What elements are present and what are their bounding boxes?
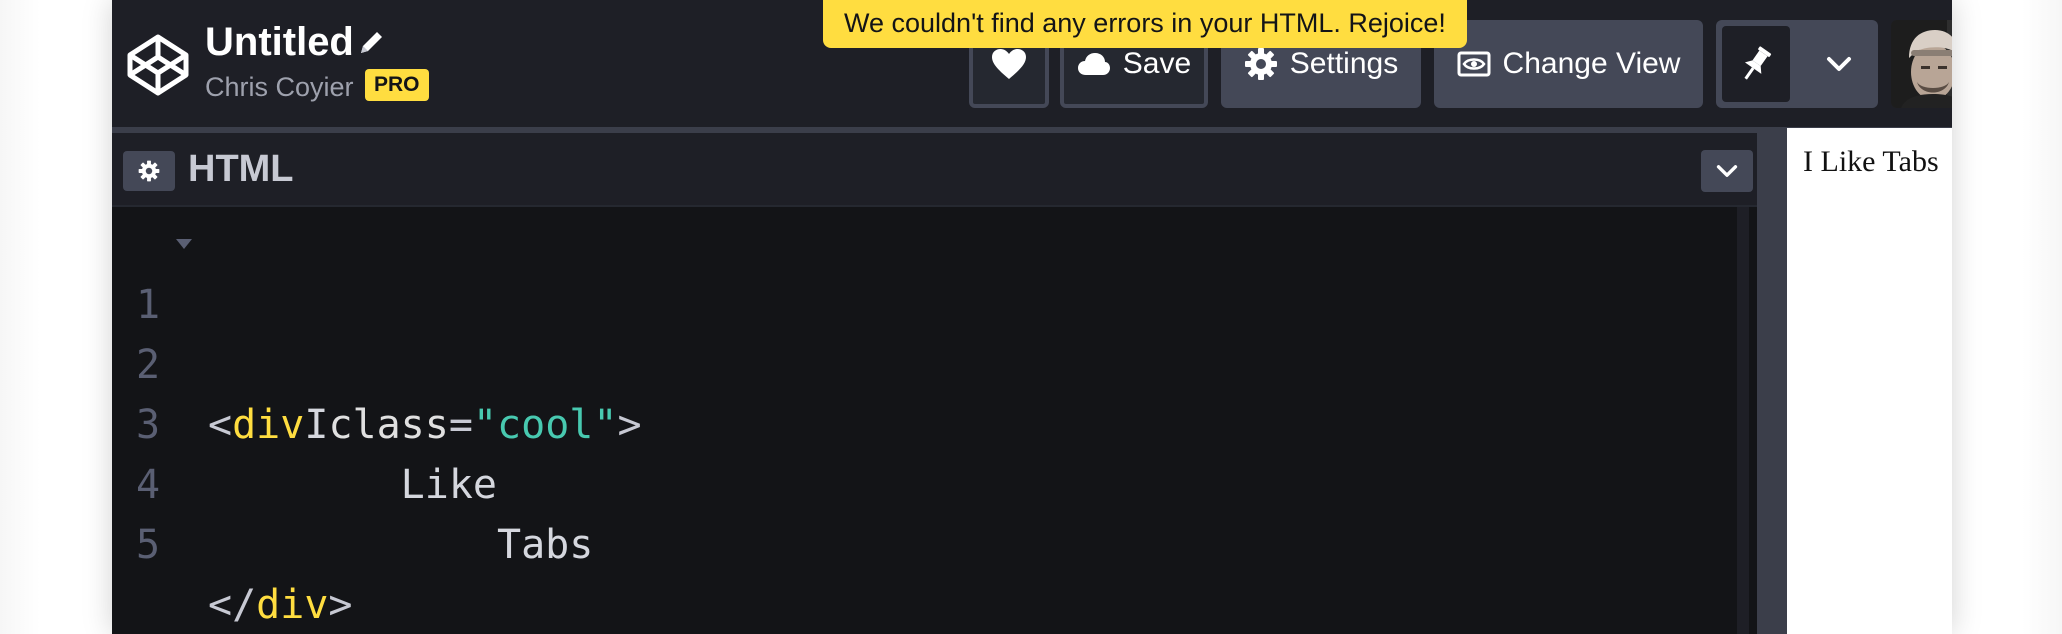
eye-icon [1457, 51, 1491, 77]
editor-collapse-button[interactable] [1701, 150, 1753, 192]
chevron-down-icon [1716, 165, 1738, 177]
settings-label: Settings [1289, 47, 1399, 80]
avatar-image [1891, 20, 1952, 108]
validation-toast: We couldn't find any errors in your HTML… [823, 0, 1467, 48]
save-label: Save [1122, 47, 1192, 80]
editor-settings-button[interactable] [123, 151, 175, 191]
code-line[interactable]: 2 I [112, 275, 328, 448]
line-number: 5 [136, 522, 161, 568]
top-header: Untitled Chris Coyier PRO Save Settings … [112, 0, 1952, 127]
code-text: Tabs [208, 522, 594, 568]
editor-title: HTML [188, 148, 294, 190]
pin-button-group [1716, 20, 1878, 108]
code-line[interactable]: 1 <div class="cool"> [112, 215, 642, 448]
html-editor-header: HTML [112, 133, 1757, 207]
gear-icon [1244, 48, 1277, 80]
codepen-logo-icon[interactable] [126, 33, 190, 97]
gear-icon [138, 160, 160, 182]
pin-button[interactable] [1722, 26, 1790, 102]
pen-title[interactable]: Untitled [205, 16, 354, 68]
code-line[interactable]: 4 Tabs [112, 395, 593, 568]
pin-dropdown-button[interactable] [1800, 20, 1878, 108]
editor-scrollbar[interactable] [1737, 207, 1749, 634]
heart-icon [992, 49, 1026, 79]
code-line[interactable]: 3 Like [112, 335, 497, 508]
result-preview[interactable]: I Like Tabs [1787, 128, 1952, 634]
pro-badge[interactable]: PRO [365, 69, 429, 101]
code-line[interactable]: 5 </div> [112, 455, 353, 628]
author-name[interactable]: Chris Coyier [205, 70, 354, 104]
code-editor[interactable]: 1 <div class="cool"> 2 I 3 Like 4 Tabs 5… [112, 207, 1737, 634]
change-view-label: Change View [1502, 47, 1681, 80]
change-view-button[interactable]: Change View [1434, 20, 1703, 108]
editor-resizer[interactable] [1757, 133, 1787, 634]
codepen-window: Untitled Chris Coyier PRO Save Settings … [112, 0, 1952, 634]
preview-text: I Like Tabs [1803, 145, 1939, 178]
fold-arrow-icon[interactable] [174, 237, 194, 251]
cloud-icon [1077, 53, 1110, 75]
chevron-down-icon [1827, 57, 1851, 71]
code-text: </div> [208, 582, 353, 628]
pencil-icon[interactable] [357, 27, 387, 57]
user-avatar[interactable] [1891, 20, 1952, 108]
pin-icon [1744, 46, 1772, 80]
